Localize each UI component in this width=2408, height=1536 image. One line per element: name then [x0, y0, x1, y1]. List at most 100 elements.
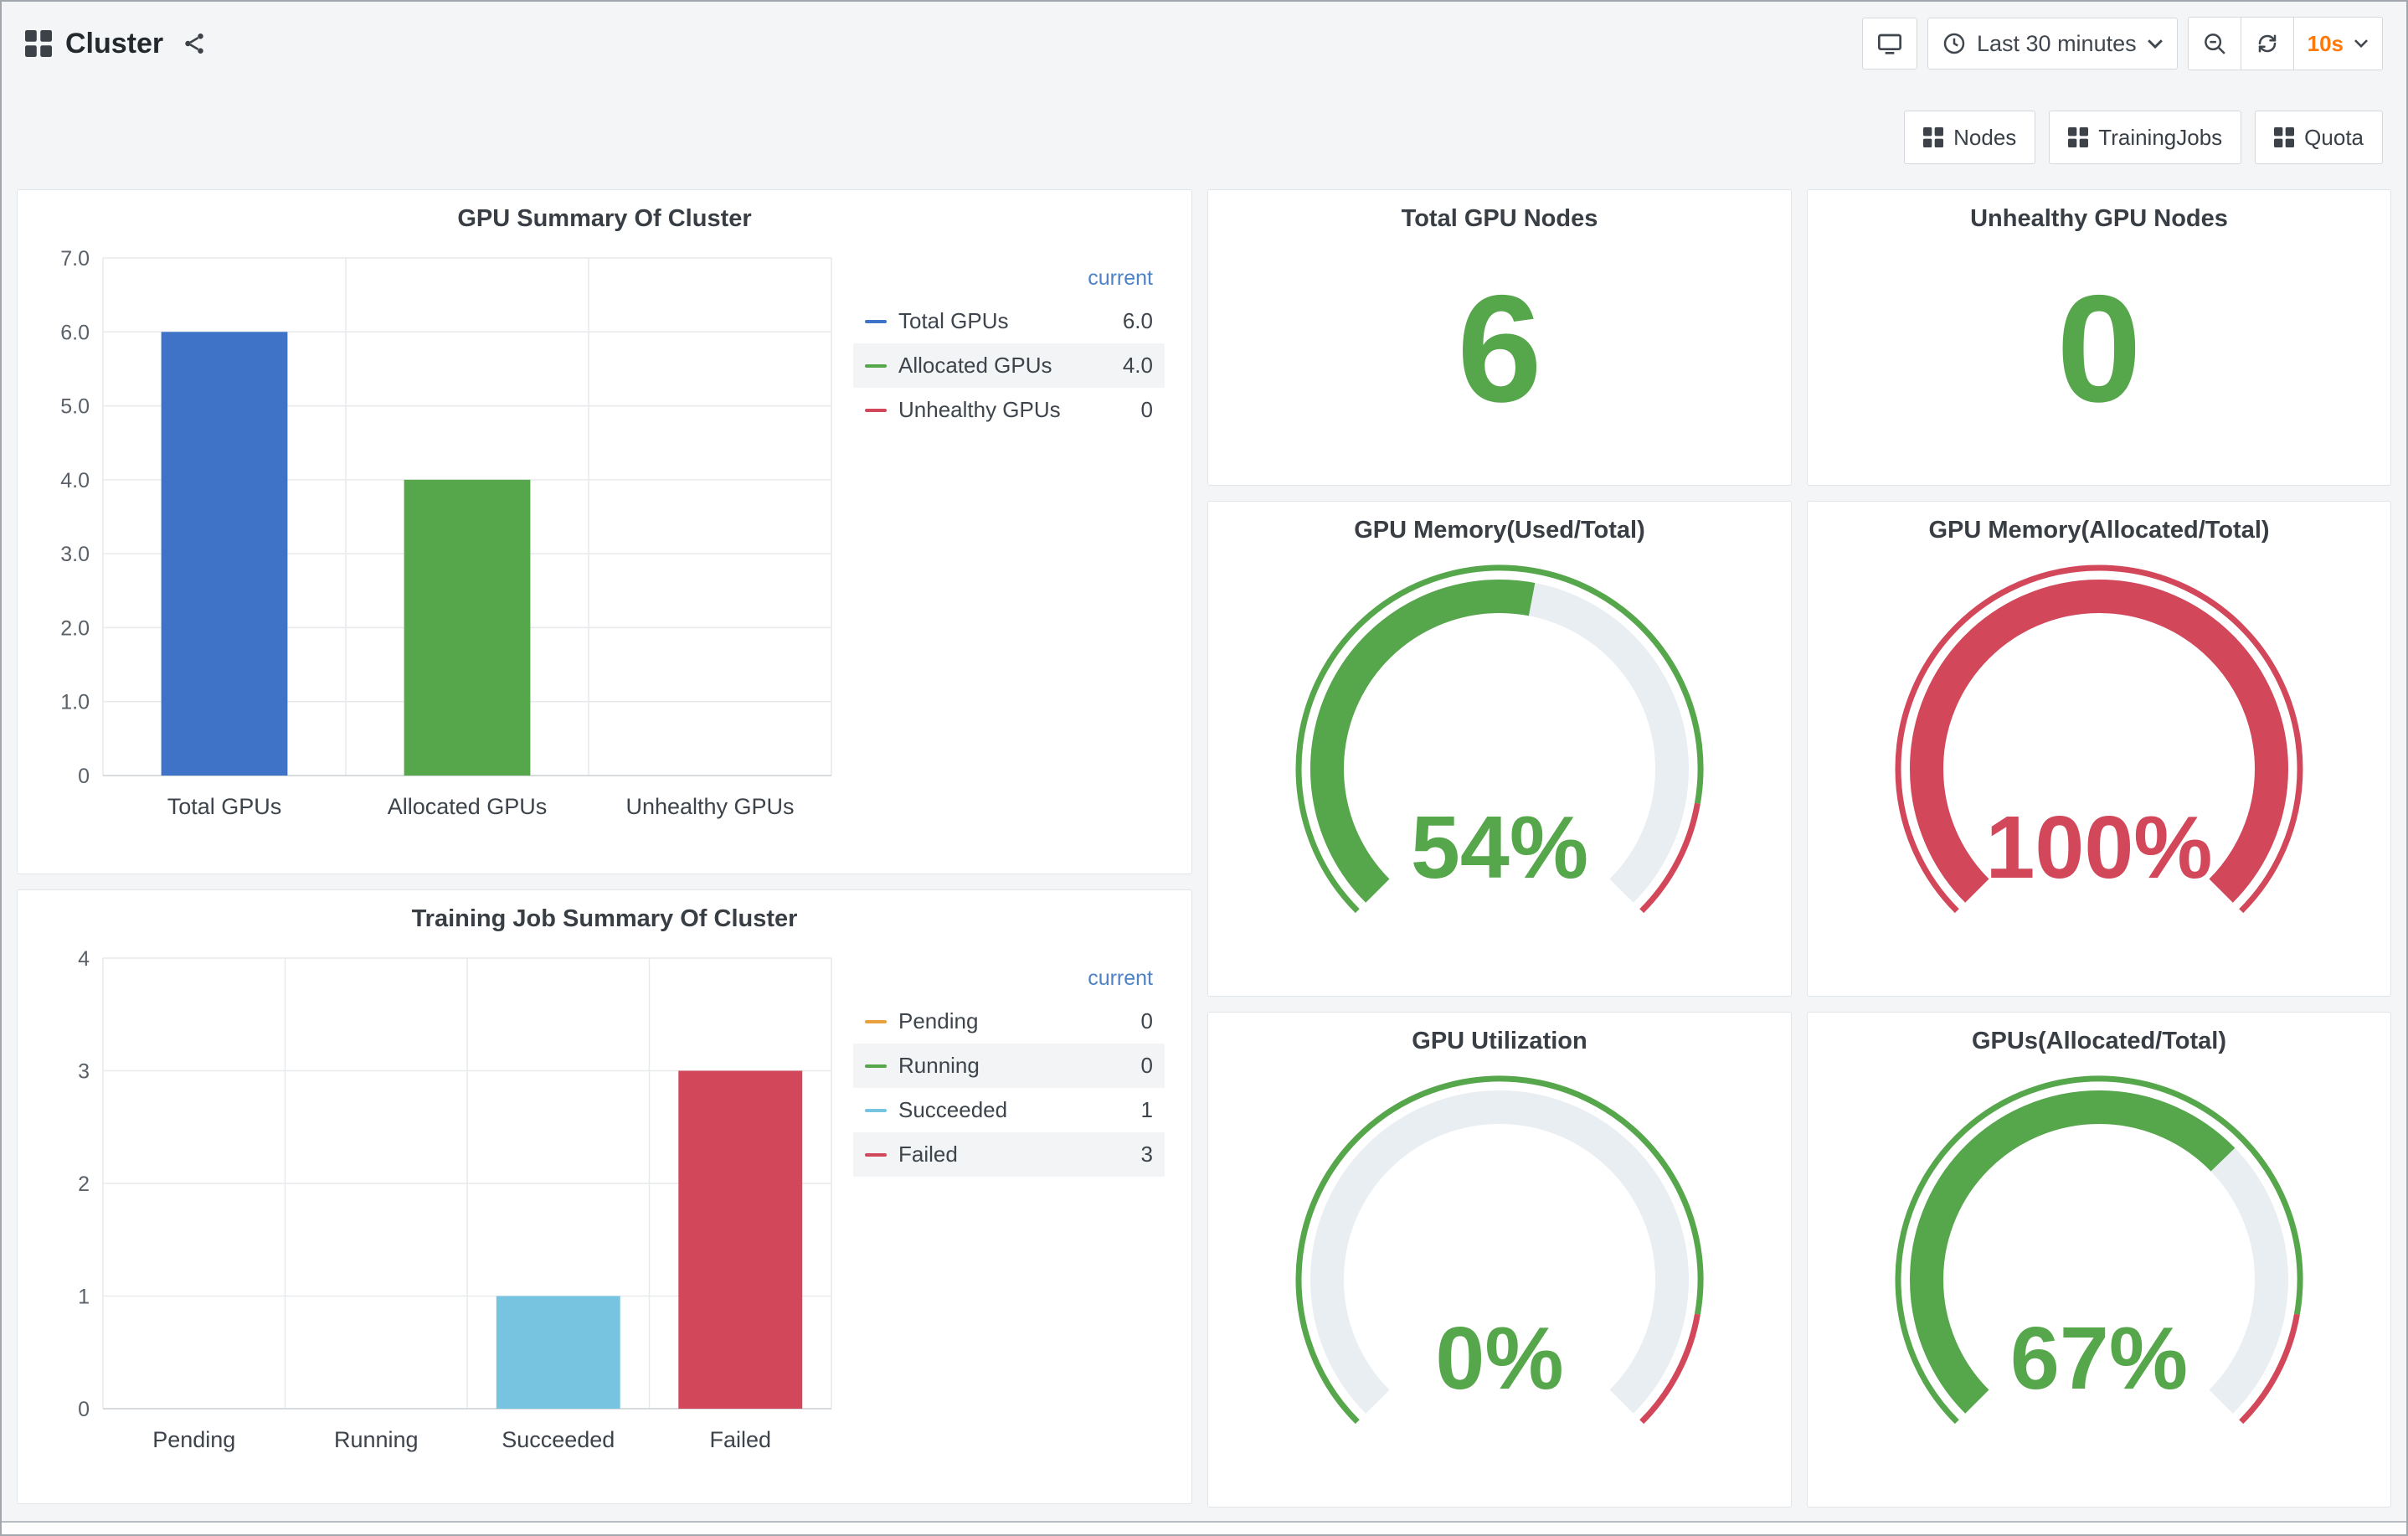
legend-value: 0: [1141, 1008, 1153, 1034]
legend-current-header: current: [853, 961, 1165, 999]
series-color-dash: [865, 409, 887, 412]
chevron-down-icon: [2147, 39, 2164, 49]
svg-text:Total GPUs: Total GPUs: [167, 794, 282, 819]
nav-button-trainingjobs[interactable]: TrainingJobs: [2049, 111, 2241, 164]
legend-label[interactable]: Allocated GPUs: [898, 353, 1114, 379]
nav-button-nodes[interactable]: Nodes: [1904, 111, 2035, 164]
refresh-group: 10s: [2188, 17, 2383, 70]
refresh-icon: [2255, 31, 2280, 56]
legend-row[interactable]: Unhealthy GPUs 0: [853, 388, 1165, 432]
svg-text:1.0: 1.0: [60, 691, 90, 714]
nav-button-label: TrainingJobs: [2098, 125, 2222, 151]
stat-value: 6: [1457, 272, 1541, 425]
gpu-summary-bar-chart: 0 1.0 2.0 3.0 4.0 5.0 6.0 7.0 Total GPUs Allocate…: [33, 236, 853, 831]
legend-value: 3: [1141, 1142, 1153, 1167]
page-title: Cluster: [65, 28, 163, 60]
panel-gpu-utilization: GPU Utilization 0%: [1207, 1012, 1792, 1508]
legend-value: 0: [1141, 1053, 1153, 1079]
chevron-down-icon: [2354, 39, 2369, 49]
legend-value: 0: [1141, 397, 1153, 423]
training-job-legend: current Pending 0 Running 0 Succeeded 1 Failed 3: [853, 961, 1165, 1464]
series-color-dash: [865, 1064, 887, 1068]
panel-title[interactable]: Unhealthy GPU Nodes: [1823, 205, 2375, 233]
legend-row[interactable]: Total GPUs 6.0: [853, 299, 1165, 343]
svg-text:0: 0: [78, 765, 90, 788]
training-job-bar-chart: 01234PendingRunningSucceededFailed: [33, 936, 853, 1464]
top-bar: Cluster Last 30 minutes: [2, 2, 2406, 85]
dashboard-root: Cluster Last 30 minutes: [0, 0, 2408, 1536]
svg-text:Allocated GPUs: Allocated GPUs: [388, 794, 548, 819]
nav-button-label: Nodes: [1953, 125, 2016, 151]
panel-title[interactable]: GPU Memory(Allocated/Total): [1823, 517, 2375, 544]
panel-title[interactable]: GPUs(Allocated/Total): [1823, 1028, 2375, 1055]
panel-gpu-memory-used: GPU Memory(Used/Total) 54%: [1207, 501, 1792, 997]
panel-title[interactable]: GPU Utilization: [1223, 1028, 1776, 1055]
legend-label[interactable]: Running: [898, 1053, 1133, 1079]
series-color-dash: [865, 1153, 887, 1157]
time-range-picker[interactable]: Last 30 minutes: [1927, 18, 2178, 70]
svg-text:6.0: 6.0: [60, 321, 90, 344]
legend-value: 6.0: [1123, 308, 1153, 334]
svg-text:Running: Running: [334, 1427, 419, 1452]
svg-text:4: 4: [78, 947, 90, 971]
svg-text:0: 0: [78, 1398, 90, 1421]
legend-label[interactable]: Failed: [898, 1142, 1133, 1167]
gauge-gpu-memory-used: 54%: [1223, 549, 1776, 968]
gauge-gpu-memory-allocated: 100%: [1823, 549, 2375, 968]
zoom-out-icon: [2202, 31, 2227, 56]
svg-text:4.0: 4.0: [60, 469, 90, 492]
svg-text:1: 1: [78, 1286, 90, 1309]
right-column: Total GPU Nodes 6 Unhealthy GPU Nodes 0 …: [1207, 189, 2391, 1508]
grid-icon: [2274, 127, 2294, 147]
tv-mode-button[interactable]: [1862, 18, 1917, 70]
refresh-interval-dropdown[interactable]: 10s: [2293, 18, 2382, 70]
svg-text:3.0: 3.0: [60, 543, 90, 566]
legend-row[interactable]: Failed 3: [853, 1132, 1165, 1177]
stat-value: 0: [2056, 272, 2141, 425]
svg-text:3: 3: [78, 1060, 90, 1084]
legend-row[interactable]: Running 0: [853, 1044, 1165, 1088]
grid-icon: [1923, 127, 1943, 147]
legend-value: 4.0: [1123, 353, 1153, 379]
legend-label[interactable]: Total GPUs: [898, 308, 1114, 334]
gpu-summary-legend: currentTotal GPUs6.0Allocated GPUs4.0Unh…: [853, 261, 1165, 831]
dashboard-links-row: Nodes TrainingJobs Quota: [2, 85, 2406, 189]
panel-title[interactable]: GPU Summary Of Cluster: [33, 205, 1176, 233]
legend-row[interactable]: Pending 0: [853, 999, 1165, 1044]
refresh-button[interactable]: [2241, 18, 2293, 70]
grid-icon: [2068, 127, 2088, 147]
svg-text:7.0: 7.0: [60, 247, 90, 271]
svg-text:Pending: Pending: [152, 1427, 235, 1452]
dashboard-grid-icon[interactable]: [25, 30, 52, 57]
legend-row[interactable]: Succeeded 1: [853, 1088, 1165, 1132]
panel-unhealthy-gpu-nodes: Unhealthy GPU Nodes 0: [1807, 189, 2391, 486]
legend-label[interactable]: Pending: [898, 1008, 1133, 1034]
svg-text:67%: 67%: [2010, 1309, 2188, 1408]
series-color-dash: [865, 1109, 887, 1112]
panel-gpus-allocated: GPUs(Allocated/Total) 67%: [1807, 1012, 2391, 1508]
legend-row[interactable]: Allocated GPUs 4.0: [853, 343, 1165, 388]
svg-text:100%: 100%: [1985, 798, 2212, 897]
share-icon[interactable]: [182, 31, 207, 56]
panel-title[interactable]: Training Job Summary Of Cluster: [33, 905, 1176, 933]
left-column: GPU Summary Of Cluster 0 1.0 2.0 3.0 4.0 5.0 6…: [17, 189, 1192, 1508]
nav-button-quota[interactable]: Quota: [2255, 111, 2383, 164]
svg-text:5.0: 5.0: [60, 395, 90, 419]
legend-value: 1: [1141, 1097, 1153, 1123]
bottom-divider: [2, 1521, 2406, 1534]
series-color-dash: [865, 1020, 887, 1023]
time-range-label: Last 30 minutes: [1977, 31, 2137, 57]
svg-text:2: 2: [78, 1173, 90, 1196]
svg-text:Failed: Failed: [709, 1427, 771, 1452]
svg-text:2.0: 2.0: [60, 616, 90, 640]
panel-title[interactable]: Total GPU Nodes: [1223, 205, 1776, 233]
series-color-dash: [865, 320, 887, 323]
panel-gpu-summary: GPU Summary Of Cluster 0 1.0 2.0 3.0 4.0 5.0 6…: [17, 189, 1192, 874]
panel-training-job-summary: Training Job Summary Of Cluster 0 1 2 3 4 Pen…: [17, 889, 1192, 1504]
legend-label[interactable]: Succeeded: [898, 1097, 1133, 1123]
zoom-out-button[interactable]: [2189, 18, 2241, 70]
nav-button-label: Quota: [2304, 125, 2364, 151]
panel-title[interactable]: GPU Memory(Used/Total): [1223, 517, 1776, 544]
toolbar: Last 30 minutes 10s: [1862, 17, 2383, 70]
legend-label[interactable]: Unhealthy GPUs: [898, 397, 1133, 423]
